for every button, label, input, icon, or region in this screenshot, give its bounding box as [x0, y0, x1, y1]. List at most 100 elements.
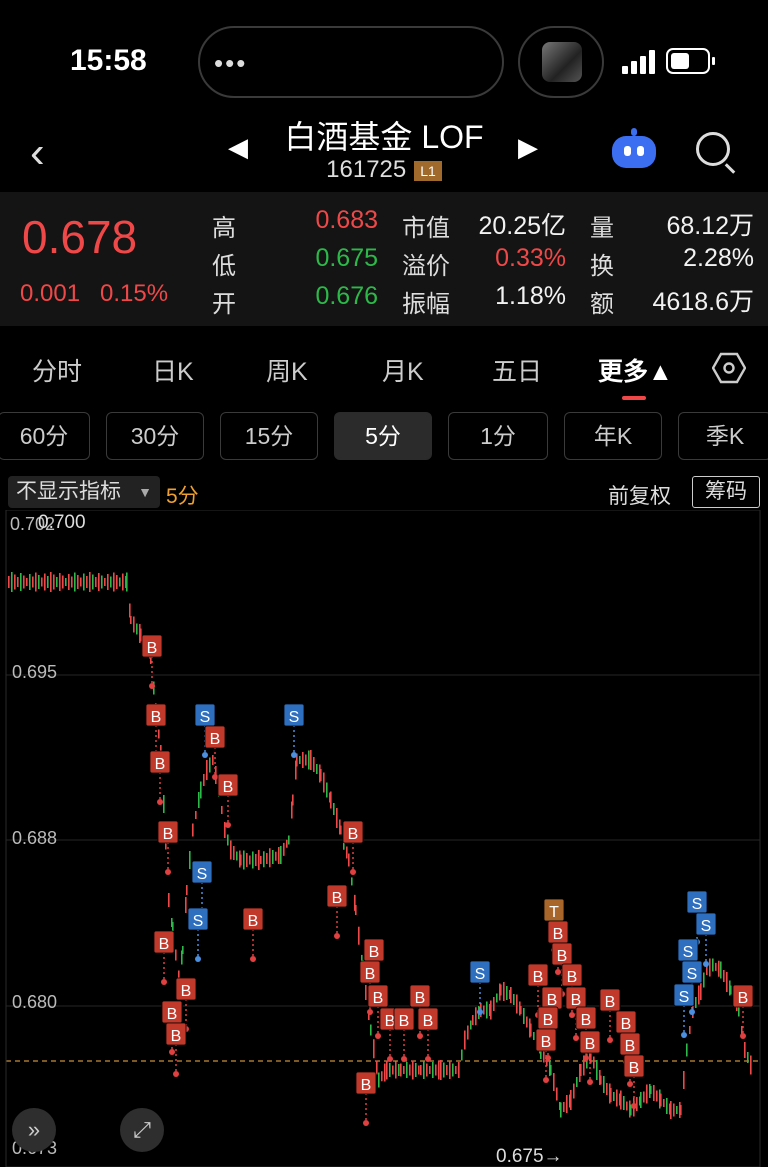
candle-bar [613, 1092, 615, 1101]
level-badge: L1 [414, 160, 442, 181]
candle-bar [395, 1061, 397, 1079]
candle-bar [412, 1060, 414, 1080]
signal-dot [573, 1035, 579, 1041]
candle-bar [71, 576, 73, 588]
signal-letter: B [621, 1016, 632, 1033]
signal-dot [291, 752, 297, 758]
candle-bar [475, 1007, 477, 1026]
candle-bar [101, 575, 103, 589]
candle-bar [523, 1008, 525, 1024]
kline-chart[interactable]: 0.702 0.700 0.695 0.688 0.680 0.673 0.67… [0, 510, 768, 1167]
candle-bar [288, 835, 290, 845]
last-price: 0.678 [22, 211, 138, 263]
price-change-pct: 0.15% [100, 280, 169, 307]
tab-intraday[interactable]: 分时 [32, 352, 82, 388]
cellular-signal-icon [622, 50, 658, 74]
active-tab-indicator [622, 396, 646, 400]
period-yearly-k-button[interactable]: 年K [564, 412, 662, 460]
search-icon[interactable] [696, 132, 730, 166]
y-tick-label: 0.688 [12, 828, 57, 848]
assistant-robot-icon[interactable] [612, 128, 656, 168]
candle-bar [610, 1088, 612, 1102]
chips-button[interactable]: 筹码 [692, 476, 760, 508]
fullscreen-icon[interactable]: ⤢ [120, 1108, 164, 1152]
low-value: 0.675 [315, 244, 378, 272]
candle-bar [98, 573, 100, 591]
candle-bar [420, 1065, 422, 1075]
signal-letter: B [571, 992, 582, 1009]
signal-letter: S [683, 944, 694, 961]
signal-letter: B [547, 992, 558, 1009]
turnover-label: 换 [590, 253, 614, 280]
period-15min-button[interactable]: 15分 [220, 412, 318, 460]
signal-letter: B [171, 1028, 182, 1045]
high-label: 高 [212, 215, 236, 242]
signal-letter: S [679, 989, 690, 1006]
candle-bar [553, 1073, 555, 1091]
period-30min-button[interactable]: 30分 [106, 412, 204, 460]
signal-letter: B [163, 826, 174, 843]
tab-more[interactable]: 更多▲ [598, 352, 673, 388]
candle-bar [673, 1103, 675, 1117]
candle-bar [47, 576, 49, 588]
signal-dot [689, 1009, 695, 1015]
candle-bar [258, 850, 260, 870]
candle-bar [750, 1055, 752, 1075]
signal-dot [387, 1056, 393, 1062]
candle-bar [626, 1101, 628, 1111]
signal-dot [607, 1037, 613, 1043]
signal-letter: S [701, 918, 712, 935]
signal-letter: B [533, 969, 544, 986]
candle-bar [330, 791, 332, 809]
candle-bar [712, 958, 714, 972]
candle-bar [526, 1016, 528, 1028]
candle-bar [252, 851, 254, 869]
tab-monthly-k[interactable]: 月K [382, 352, 424, 388]
high-value: 0.683 [315, 206, 378, 234]
signal-letter: B [369, 944, 380, 961]
candle-bar [158, 729, 160, 739]
signal-dot [161, 979, 167, 985]
candle-bar [92, 574, 94, 590]
expand-panel-icon[interactable]: » [12, 1108, 56, 1152]
candle-bar [230, 840, 232, 860]
tab-daily-k[interactable]: 日K [152, 352, 194, 388]
tab-five-day[interactable]: 五日 [492, 352, 542, 388]
candle-bar [403, 1066, 405, 1074]
candle-bar [212, 755, 214, 765]
candle-bar [26, 578, 28, 586]
signal-letter: B [155, 756, 166, 773]
candle-bar [175, 949, 177, 961]
candle-bar [323, 772, 325, 793]
period-1min-button[interactable]: 1分 [448, 412, 548, 460]
candle-bar [683, 1071, 685, 1089]
candle-bar [543, 1049, 545, 1063]
dynamic-island[interactable]: ••• [198, 26, 504, 98]
candle-bar [130, 616, 132, 624]
chart-settings-icon[interactable] [712, 352, 746, 384]
open-value: 0.676 [315, 282, 378, 310]
candle-bar [195, 811, 197, 819]
candle-bar [747, 1052, 749, 1063]
camera-thumbnail-icon [542, 42, 582, 82]
candle-bar [302, 752, 304, 768]
candle-bar [730, 985, 732, 995]
candle-bar [192, 823, 194, 837]
period-60min-button[interactable]: 60分 [0, 412, 90, 460]
signal-dot [169, 1049, 175, 1055]
period-quarterly-k-button[interactable]: 季K [678, 412, 768, 460]
camera-island[interactable] [518, 26, 604, 98]
candle-bar [122, 573, 124, 591]
signal-letter: B [181, 983, 192, 1000]
candle-bar [470, 1020, 472, 1030]
candle-bar [516, 994, 518, 1014]
signal-dot [367, 1009, 373, 1015]
candle-bar [620, 1090, 622, 1110]
indicator-selector[interactable]: 不显示指标 ▼ [8, 476, 160, 508]
signal-dot [703, 961, 709, 967]
signal-letter: B [625, 1038, 636, 1055]
tab-weekly-k[interactable]: 周K [266, 352, 308, 388]
forward-adjust-toggle[interactable]: 前复权 [608, 480, 671, 510]
period-5min-button[interactable]: 5分 [334, 412, 432, 460]
candle-bar [493, 997, 495, 1011]
